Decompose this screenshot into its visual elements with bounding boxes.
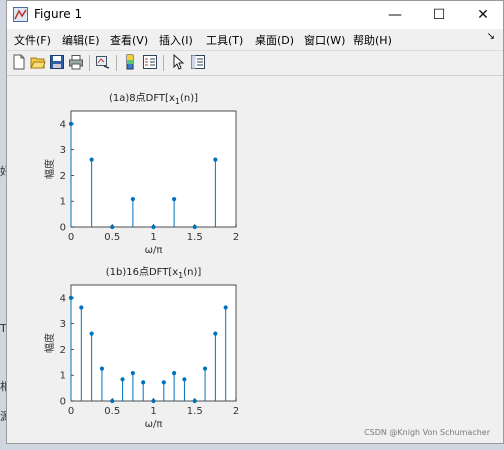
stem-marker [182, 377, 187, 382]
x-tick-label: 0.5 [104, 232, 120, 243]
menu-overflow-icon[interactable]: ↘ [487, 31, 495, 42]
new-figure-icon[interactable] [11, 54, 27, 70]
stem-marker [110, 398, 115, 404]
print-icon[interactable] [68, 54, 84, 70]
menu-view[interactable]: 查看(V) [110, 32, 148, 48]
y-tick-label: 2 [60, 171, 66, 182]
y-tick-label: 4 [60, 119, 66, 130]
y-tick-label: 3 [60, 319, 66, 330]
menu-file[interactable]: 文件(F) [14, 32, 51, 48]
stem-marker [213, 157, 218, 162]
legend-icon[interactable] [142, 54, 158, 70]
link-plot-icon[interactable] [95, 54, 111, 70]
menu-bar: 文件(F) 编辑(E) 查看(V) 插入(I) 工具(T) 桌面(D) 窗口(W… [7, 29, 503, 49]
subplot-2: (1b)16点DFT[x1(n)] 0 0.5 1 1.5 2 0 1 2 3 4 ω/π 幅度 [43, 266, 239, 430]
stem-marker [68, 295, 74, 300]
stem-marker [130, 371, 135, 376]
toolbar-separator [89, 55, 90, 71]
stem-marker [202, 366, 208, 371]
x-tick-label: 1 [150, 406, 156, 417]
y-tick-label: 1 [60, 371, 66, 382]
stem-marker [172, 371, 177, 376]
toolbar [7, 50, 503, 76]
y-tick-label: 2 [60, 345, 66, 356]
y-tick-label: 4 [60, 293, 66, 304]
x-tick-label: 1.5 [187, 406, 203, 417]
y-tick-label: 1 [60, 197, 66, 208]
stem-marker [172, 197, 177, 202]
minimize-button[interactable]: — [373, 1, 417, 29]
x-tick-label: 0 [68, 406, 74, 417]
open-file-icon[interactable] [30, 54, 46, 70]
menu-help[interactable]: 帮助(H) [353, 32, 392, 48]
stem-marker [99, 366, 105, 371]
figure-window: Figure 1 — ☐ ✕ 文件(F) 编辑(E) 查看(V) 插入(I) 工… [6, 0, 504, 444]
stem-marker [79, 305, 84, 310]
title-bar[interactable]: Figure 1 — ☐ ✕ [7, 1, 503, 29]
x-tick-label: 1 [150, 232, 156, 243]
stem-marker [130, 197, 135, 202]
plot-title: (1b)16点DFT[x1(n)] [106, 266, 202, 280]
stem-marker [223, 305, 228, 310]
watermark: CSDN @Knigh Von Schumacher [364, 428, 490, 437]
plot-title: (1a)8点DFT[x1(n)] [109, 92, 198, 106]
axes-box [70, 110, 237, 228]
subplot-1: (1a)8点DFT[x1(n)] 0 0.5 1 1.5 2 0 1 2 3 4 ω/π 幅度 [43, 92, 239, 256]
x-tick-label: 1.5 [187, 232, 203, 243]
menu-tools[interactable]: 工具(T) [206, 32, 243, 48]
y-axis-label: 幅度 [43, 333, 56, 353]
toolbar-separator [163, 55, 164, 71]
stem-marker [213, 331, 218, 336]
stem-marker [68, 121, 74, 126]
toolbar-separator [116, 55, 117, 71]
x-tick-label: 2 [233, 406, 239, 417]
x-tick-label: 0.5 [104, 406, 120, 417]
stem-marker [192, 398, 197, 404]
menu-edit[interactable]: 编辑(E) [62, 32, 100, 48]
x-tick-label: 0 [68, 232, 74, 243]
y-tick-label: 3 [60, 145, 66, 156]
stem-marker [110, 224, 115, 230]
x-tick-label: 2 [233, 232, 239, 243]
stem-marker [192, 224, 197, 230]
matlab-figure-icon [13, 7, 28, 22]
x-axis-label: ω/π [145, 419, 163, 430]
stem-marker [89, 157, 94, 162]
menu-insert[interactable]: 插入(I) [159, 32, 193, 48]
menu-desktop[interactable]: 桌面(D) [255, 32, 294, 48]
menu-window[interactable]: 窗口(W) [304, 32, 345, 48]
stem-marker [89, 331, 94, 336]
maximize-button[interactable]: ☐ [417, 1, 461, 29]
figure-canvas: (1a)8点DFT[x1(n)] 0 0.5 1 1.5 2 0 1 2 3 4 ω/π 幅度 (1b)1… [8, 76, 502, 443]
stem-marker [141, 380, 146, 385]
property-editor-icon[interactable] [190, 54, 206, 70]
stem-marker [120, 377, 125, 382]
pointer-icon[interactable] [170, 54, 186, 70]
x-axis-label: ω/π [145, 245, 163, 256]
colorbar-icon[interactable] [122, 54, 138, 70]
axes-box [70, 284, 237, 402]
stem-marker [151, 224, 156, 230]
close-button[interactable]: ✕ [461, 1, 504, 29]
stem-marker [161, 380, 166, 385]
save-icon[interactable] [49, 54, 65, 70]
y-tick-label: 0 [60, 223, 66, 234]
figure-svg: (1a)8点DFT[x1(n)]0 0.5 1 1.5 201234ω/π幅度(1b)1… [43, 92, 239, 430]
y-axis-label: 幅度 [43, 159, 56, 179]
y-tick-label: 0 [60, 397, 66, 408]
window-title: Figure 1 [34, 7, 83, 21]
stem-marker [151, 398, 156, 404]
